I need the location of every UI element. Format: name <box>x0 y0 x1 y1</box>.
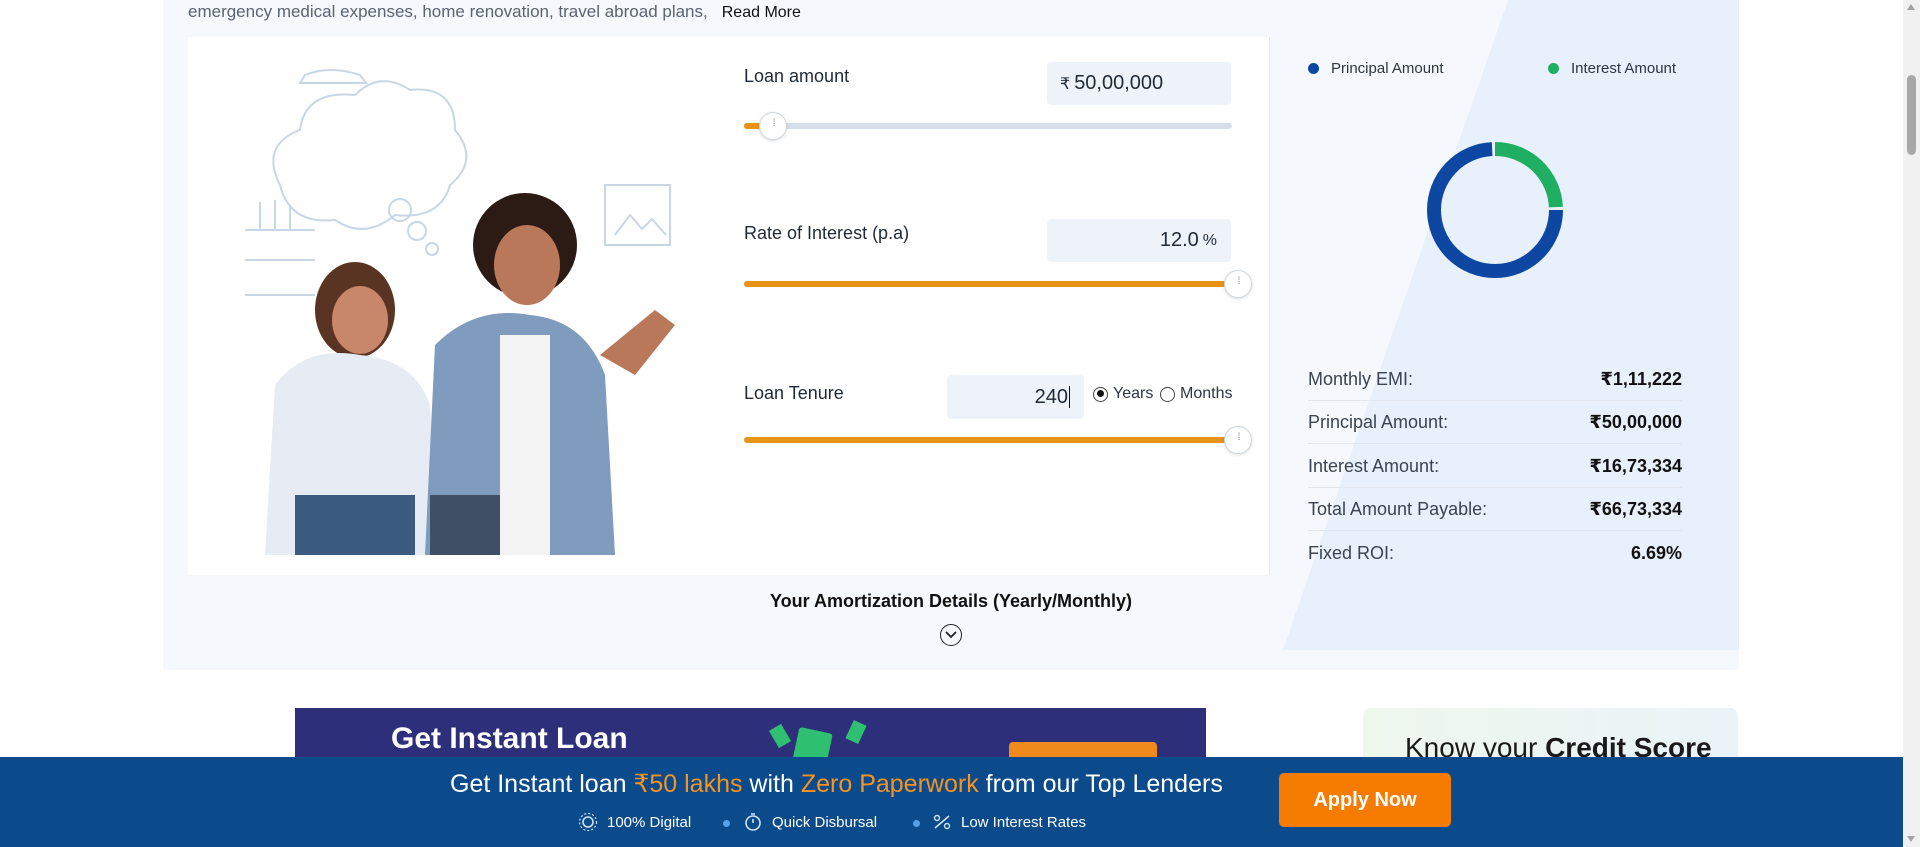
text-cursor <box>1069 386 1070 408</box>
loan-tenure-slider[interactable] <box>744 426 1252 454</box>
page: emergency medical expenses, home renovat… <box>0 0 1920 847</box>
page-scrollbar[interactable] <box>1903 0 1920 847</box>
tenure-years-radio[interactable]: Years <box>1093 385 1153 403</box>
emi-donut-chart <box>1427 142 1563 278</box>
summary-key: Interest Amount: <box>1308 455 1440 476</box>
loan-tenure-slider-fill <box>744 437 1238 443</box>
summary-value: 6.69% <box>1630 543 1682 563</box>
intro-text: emergency medical expenses, home renovat… <box>188 2 801 22</box>
interest-rate-label: Rate of Interest (p.a) <box>744 223 910 243</box>
headline-part: with <box>742 770 801 798</box>
feature-disbursal: Quick Disbursal <box>742 812 877 832</box>
sticky-cta-bar: Get Instant loan ₹50 lakhs with Zero Pap… <box>0 757 1903 847</box>
chevron-down-icon <box>945 631 957 639</box>
couple-illustration <box>245 69 675 555</box>
interest-swatch <box>1548 63 1559 74</box>
summary-value: ₹16,73,334 <box>1589 455 1682 476</box>
feature-label: 100% Digital <box>607 813 692 831</box>
headline-part: Get Instant loan <box>450 770 634 798</box>
feature-label: Quick Disbursal <box>772 813 878 831</box>
apply-now-button[interactable]: Apply Now <box>1279 773 1451 827</box>
summary-fixed-roi: Fixed ROI: 6.69% <box>1308 532 1682 575</box>
stopwatch-icon <box>745 813 761 831</box>
years-radio-dot <box>1093 386 1108 402</box>
summary-key: Fixed ROI: <box>1308 543 1395 563</box>
feature-low-rates: Low Interest Rates <box>931 812 1086 832</box>
loan-tenure-value: 240 <box>1034 385 1068 408</box>
scroll-up-arrow-icon[interactable] <box>1907 4 1915 10</box>
tenure-months-radio[interactable]: Months <box>1160 385 1232 403</box>
summary-key: Monthly EMI: <box>1308 368 1414 389</box>
interest-rate-slider-fill <box>744 281 1238 287</box>
interest-rate-slider[interactable] <box>744 270 1252 298</box>
sticky-headline: Get Instant loan ₹50 lakhs with Zero Pap… <box>450 769 1223 799</box>
summary-value: ₹50,00,000 <box>1589 411 1682 432</box>
summary-total-payable: Total Amount Payable: ₹66,73,334 <box>1308 488 1682 531</box>
legend-principal: Principal Amount <box>1308 60 1444 77</box>
loan-amount-slider[interactable] <box>744 112 1232 140</box>
loan-tenure-input[interactable]: 240 <box>947 375 1084 419</box>
headline-highlight-amount: ₹50 lakhs <box>633 770 743 798</box>
summary-principal: Principal Amount: ₹50,00,000 <box>1308 401 1682 444</box>
chevron-down-circle-icon[interactable] <box>940 624 962 646</box>
scrollbar-thumb[interactable] <box>1907 75 1916 155</box>
summary-key: Principal Amount: <box>1308 411 1449 432</box>
summary-key: Total Amount Payable: <box>1308 498 1488 519</box>
ad-banner-title: Get Instant Loan <box>391 722 628 755</box>
interest-rate-input[interactable]: 12.0 % <box>1047 219 1231 262</box>
months-radio-label: Months <box>1180 385 1233 402</box>
percent-tag-icon <box>933 814 951 830</box>
legend-principal-label: Principal Amount <box>1331 60 1444 77</box>
scroll-down-arrow-icon[interactable] <box>1907 836 1915 842</box>
interest-rate-value: 12.0 <box>1159 229 1199 251</box>
read-more-link[interactable]: Read More <box>722 4 801 21</box>
feature-separator <box>913 820 920 827</box>
rupee-icon: ₹ <box>1060 75 1071 93</box>
loan-amount-value: 50,00,000 <box>1074 72 1164 94</box>
headline-highlight-paperwork: Zero Paperwork <box>800 770 979 798</box>
loan-amount-label: Loan amount <box>744 66 850 86</box>
amortization-title: Your Amortization Details (Yearly/Monthl… <box>769 591 1133 611</box>
intro-text-body: emergency medical expenses, home renovat… <box>188 2 708 21</box>
feature-label: Low Interest Rates <box>961 813 1087 831</box>
interest-rate-slider-thumb[interactable] <box>1224 270 1252 298</box>
summary-interest: Interest Amount: ₹16,73,334 <box>1308 445 1682 488</box>
legend-interest-label: Interest Amount <box>1571 60 1677 77</box>
loan-tenure-label: Loan Tenure <box>744 383 844 403</box>
headline-part: from our Top Lenders <box>978 770 1223 798</box>
principal-swatch <box>1308 63 1319 74</box>
legend-interest: Interest Amount <box>1548 60 1676 77</box>
feature-digital: 100% Digital <box>577 812 691 832</box>
loan-tenure-slider-thumb[interactable] <box>1224 426 1252 454</box>
summary-value: ₹1,11,222 <box>1600 368 1682 389</box>
years-radio-label: Years <box>1113 385 1154 402</box>
percent-unit: % <box>1202 231 1217 249</box>
months-radio-dot <box>1160 386 1175 402</box>
digital-gear-icon <box>578 812 598 832</box>
loan-amount-input[interactable]: ₹ 50,00,000 <box>1047 62 1231 105</box>
summary-value: ₹66,73,334 <box>1589 498 1682 519</box>
summary-monthly-emi: Monthly EMI: ₹1,11,222 <box>1308 358 1682 401</box>
feature-separator <box>723 820 730 827</box>
calculator-divider <box>1269 37 1270 575</box>
